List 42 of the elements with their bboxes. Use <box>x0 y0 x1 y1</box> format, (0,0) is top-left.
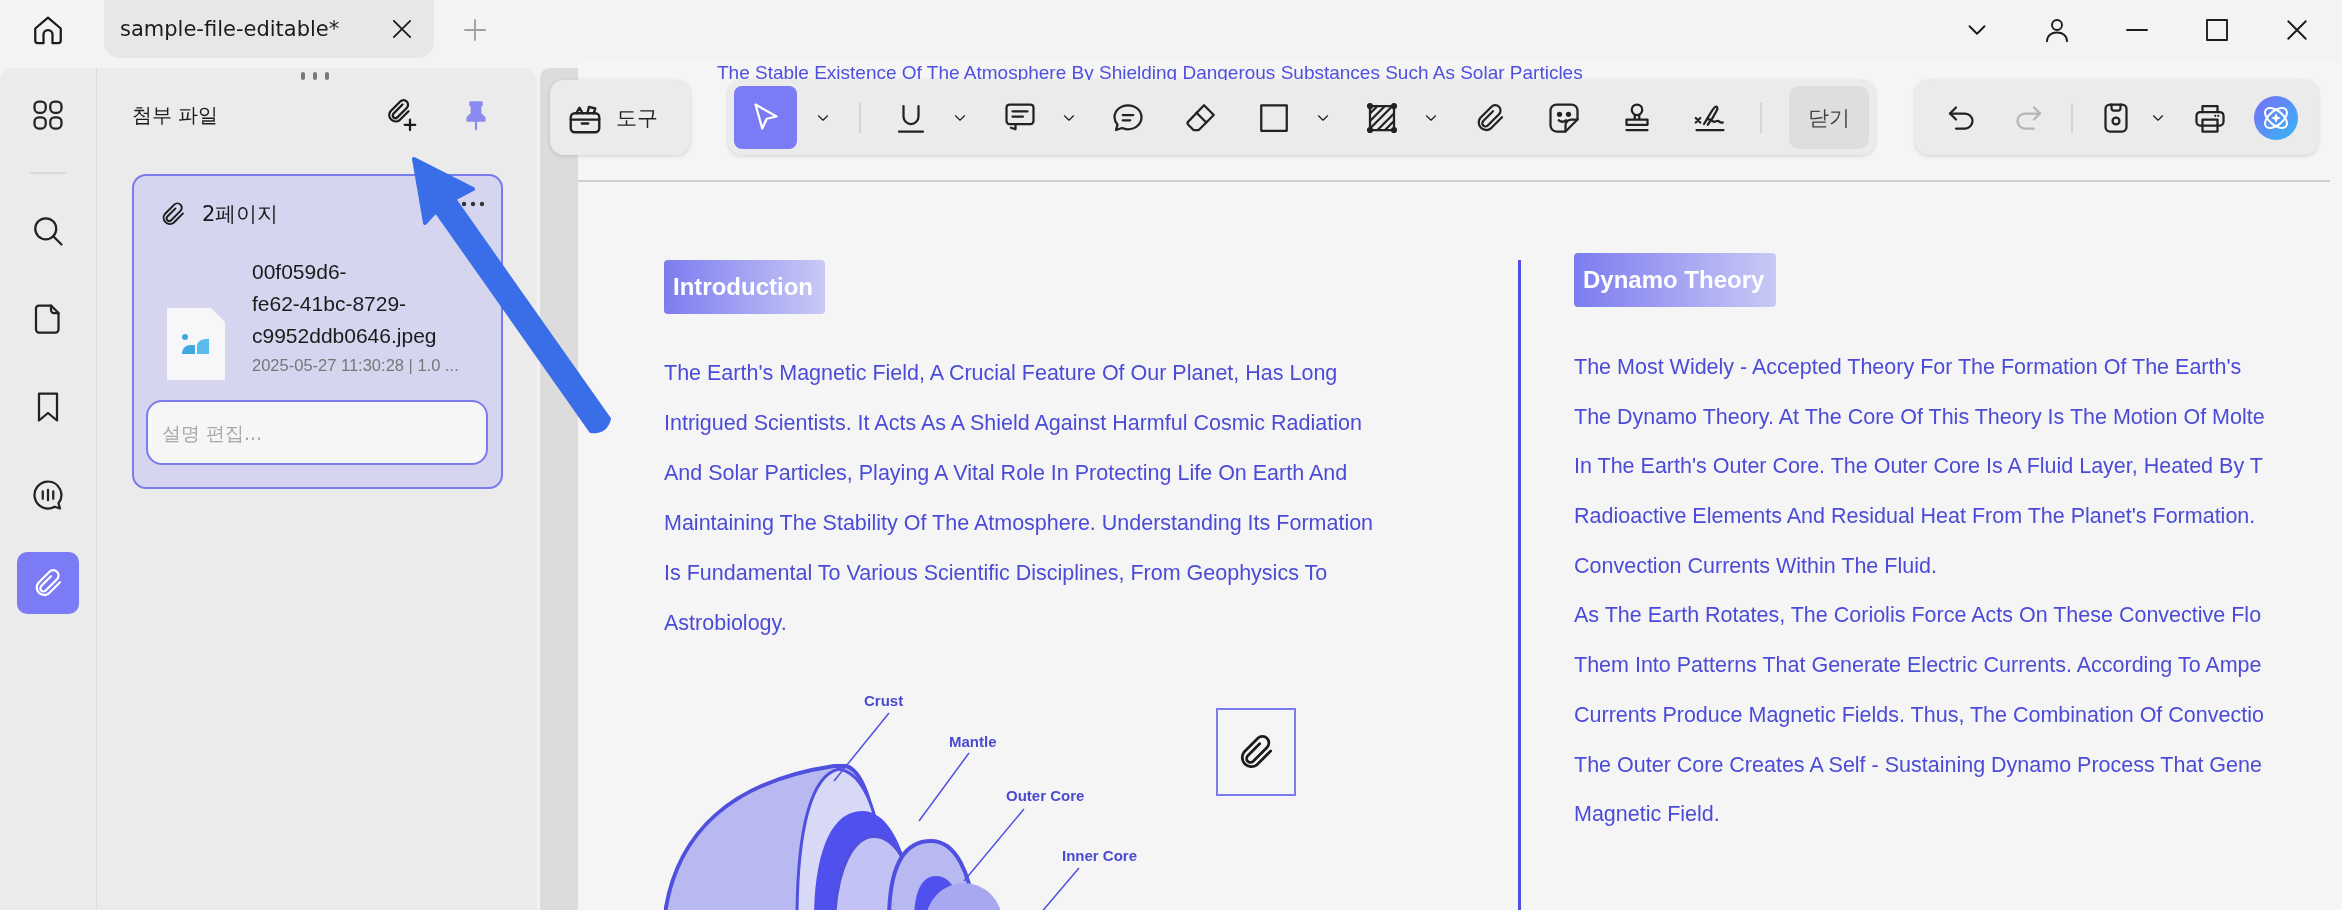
paragraph-line: The Dynamo Theory. At The Core Of This Theory Is The Motion Of Molte <box>1574 403 2265 431</box>
paragraph-line: The Outer Core Creates A Self - Sustaining Dynamo Process That Gene <box>1574 751 2263 779</box>
paragraph-line: Maintaining The Stability Of The Atmosphere. Understanding Its Formation <box>664 510 1375 537</box>
paragraph-line: The Earth's Magnetic Field, A Crucial Feature Of Our Planet, Has Long <box>664 360 1339 387</box>
more-icon[interactable] <box>461 199 485 209</box>
file-name: 00f059d6- <box>252 259 348 285</box>
close-button[interactable]: 닫기 <box>1788 86 1869 149</box>
leader-line <box>918 752 970 822</box>
page-label: 2페이지 <box>202 201 280 228</box>
leader-line <box>833 712 890 782</box>
paragraph-line: In The Earth's Outer Core. The Outer Core Is A Fluid Layer, Heated By T <box>1574 453 2264 481</box>
diagram-label: Crust <box>864 692 904 709</box>
paragraph-line: Astrobiology. <box>664 610 788 637</box>
description-field[interactable]: 설명 편집... <box>146 400 488 465</box>
paragraph-line: Radioactive Elements And Residual Heat From The Planet's Formation. <box>1574 503 2257 531</box>
image-file-icon <box>167 308 225 380</box>
file-name: c9952ddb0646.jpeg <box>252 323 438 349</box>
diagram-label: Mantle <box>949 733 997 750</box>
paragraph-line: As The Earth Rotates, The Coriolis Force Acts On These Convective Flo <box>1574 602 2263 630</box>
diagram-label: Inner Core <box>1062 847 1137 864</box>
chat-bubble-icon <box>30 477 66 513</box>
paragraph-line: Is Fundamental To Various Scientific Disciplines, From Geophysics To <box>664 560 1329 587</box>
section-heading: Dynamo Theory <box>1574 253 1777 307</box>
paragraph-line: Magnetic Field. <box>1574 801 1721 829</box>
paragraph-line: Currents Produce Magnetic Fields. Thus, The Combination Of Convectio <box>1574 701 2265 729</box>
tools-button[interactable]: 도구 <box>566 98 658 137</box>
attachment-card[interactable]: 2페이지 00f059d6- fe62-41bc-8729- c9952ddb0646.jpeg 2025-05-27 11:30:28 | 1.0 ... 설명 편집... <box>132 174 503 489</box>
paragraph-line: Intrigued Scientists. It Acts As A Shield Against Harmful Cosmic Radiation <box>664 410 1363 437</box>
paragraph-line: And Solar Particles, Playing A Vital Role In Protecting Life On Earth And <box>664 460 1349 487</box>
drag-handle[interactable] <box>300 72 330 80</box>
assistant-icon[interactable] <box>2253 94 2299 141</box>
diagram-label: Outer Core <box>1006 787 1085 804</box>
document-tab[interactable]: sample-file-editable* <box>104 0 434 58</box>
paragraph-line: The Most Widely - Accepted Theory For The Formation Of The Earth's <box>1574 354 2243 381</box>
grid-icon <box>30 97 66 133</box>
file-name: fe62-41bc-8729- <box>252 291 408 317</box>
section-heading: Introduction <box>664 260 825 314</box>
paragraph-line: Them Into Patterns That Generate Electric Currents. According To Ampe <box>1574 652 2263 680</box>
panel-title: 첨부 파일 <box>132 101 220 129</box>
attachment-marker[interactable] <box>1216 708 1296 796</box>
paragraph-line: Convection Currents Within The Fluid. <box>1574 552 1938 580</box>
file-meta: 2025-05-27 11:30:28 | 1.0 ... <box>252 356 459 375</box>
